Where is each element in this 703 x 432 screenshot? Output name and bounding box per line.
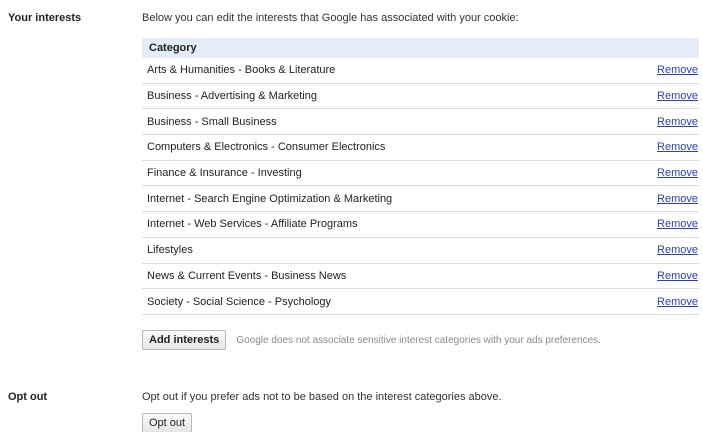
optout-section-label: Opt out bbox=[8, 391, 48, 403]
remove-link[interactable]: Remove bbox=[657, 64, 699, 76]
optout-button[interactable]: Opt out bbox=[142, 413, 193, 432]
remove-link[interactable]: Remove bbox=[657, 296, 699, 308]
sensitive-categories-note: Google does not associate sensitive inte… bbox=[236, 334, 601, 346]
table-header-category: Category bbox=[142, 38, 699, 58]
category-name: Internet - Search Engine Optimization & … bbox=[147, 192, 393, 205]
interests-intro: Below you can edit the interests that Go… bbox=[142, 12, 519, 24]
table-row: News & Current Events - Business News Rem… bbox=[142, 264, 699, 290]
table-row: Business - Advertising & Marketing Remove bbox=[142, 84, 699, 110]
remove-link[interactable]: Remove bbox=[657, 90, 699, 102]
table-row: Lifestyles Remove bbox=[142, 238, 699, 264]
remove-link[interactable]: Remove bbox=[657, 244, 699, 256]
table-row: Arts & Humanities - Books & Literature Re… bbox=[142, 58, 699, 84]
remove-link[interactable]: Remove bbox=[657, 116, 699, 128]
table-row: Society - Social Science - Psychology Rem… bbox=[142, 289, 699, 315]
category-name: Arts & Humanities - Books & Literature bbox=[147, 64, 336, 77]
category-name: Computers & Electronics - Consumer Elect… bbox=[147, 141, 386, 154]
remove-link[interactable]: Remove bbox=[657, 141, 699, 153]
interests-section-label: Your interests bbox=[8, 12, 82, 24]
category-name: Finance & Insurance - Investing bbox=[147, 167, 302, 180]
category-name: Business - Advertising & Marketing bbox=[147, 90, 317, 103]
category-name: Business - Small Business bbox=[147, 115, 277, 128]
add-interests-button[interactable]: Add interests bbox=[142, 330, 227, 350]
category-name: Lifestyles bbox=[147, 244, 193, 257]
remove-link[interactable]: Remove bbox=[657, 167, 699, 179]
category-name: Internet - Web Services - Affiliate Prog… bbox=[147, 218, 358, 231]
table-row: Computers & Electronics - Consumer Elect… bbox=[142, 135, 699, 161]
interests-table: Category Arts & Humanities - Books & Lit… bbox=[142, 38, 699, 315]
add-interests-area: Add interests Google does not associate … bbox=[142, 330, 601, 350]
remove-link[interactable]: Remove bbox=[657, 218, 699, 230]
optout-description: Opt out if you prefer ads not to be base… bbox=[142, 391, 502, 403]
table-row: Internet - Search Engine Optimization & … bbox=[142, 186, 699, 213]
remove-link[interactable]: Remove bbox=[657, 270, 699, 282]
category-name: News & Current Events - Business News bbox=[147, 269, 347, 282]
table-row: Internet - Web Services - Affiliate Prog… bbox=[142, 212, 699, 238]
table-body: Arts & Humanities - Books & Literature Re… bbox=[142, 58, 699, 315]
category-name: Society - Social Science - Psychology bbox=[147, 295, 332, 308]
table-row: Finance & Insurance - Investing Remove bbox=[142, 161, 699, 187]
table-row: Business - Small Business Remove bbox=[142, 109, 699, 136]
remove-link[interactable]: Remove bbox=[657, 193, 699, 205]
